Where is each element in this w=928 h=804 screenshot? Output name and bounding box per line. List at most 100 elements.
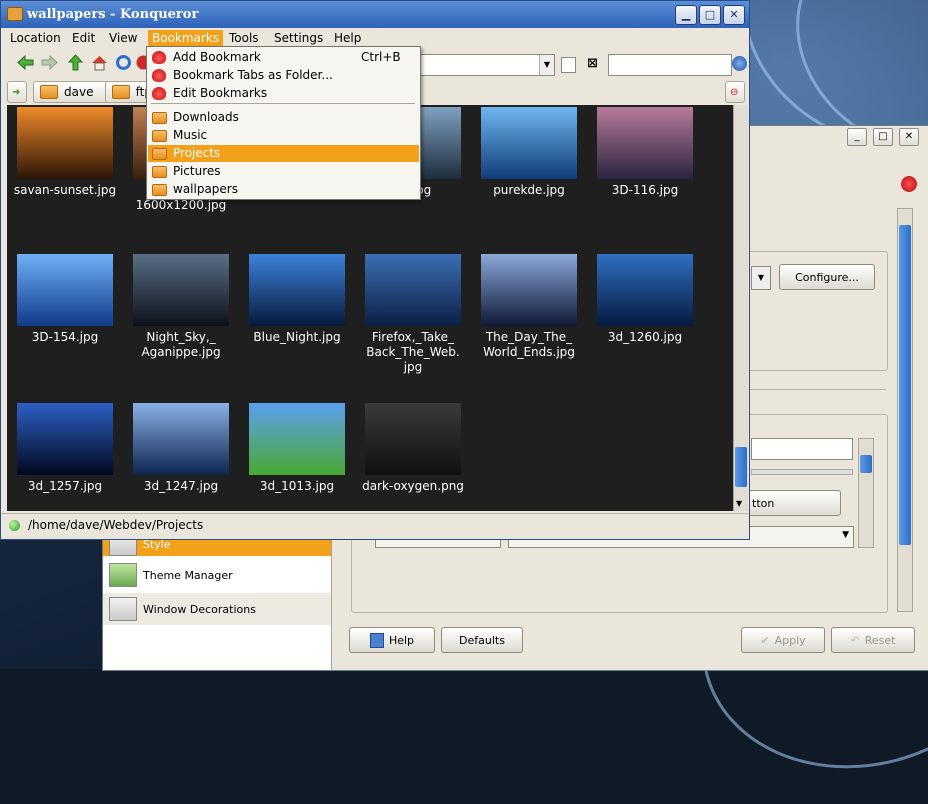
reset-button-label: Reset xyxy=(864,633,896,647)
file-thumbnail xyxy=(133,403,229,475)
help-button[interactable]: Help xyxy=(349,627,435,653)
minimize-button[interactable]: ▁ xyxy=(675,5,697,25)
file-name: purekde.jpg xyxy=(493,183,565,197)
scroll-down-arrow-icon[interactable]: ▼ xyxy=(736,499,742,508)
file-thumbnail xyxy=(249,254,345,326)
file-item[interactable]: Night_Sky,_ Aganippe.jpg xyxy=(123,254,239,360)
configure-button[interactable]: Configure... xyxy=(779,264,875,290)
home-icon[interactable] xyxy=(91,54,108,71)
menu-item-label: Pictures xyxy=(173,164,221,178)
file-item[interactable]: 3d_1013.jpg xyxy=(239,403,355,494)
location-combo[interactable]: ▼ xyxy=(411,54,555,76)
chevron-down-icon[interactable]: ▼ xyxy=(539,55,554,75)
folder-icon xyxy=(40,85,58,99)
menu-item-music[interactable]: Music xyxy=(148,127,419,144)
up-arrow-icon[interactable] xyxy=(67,54,84,71)
folder-icon xyxy=(152,130,167,142)
cc-combo-arrow[interactable]: ▼ xyxy=(751,266,771,290)
file-item[interactable]: 3D-154.jpg xyxy=(7,254,123,345)
sidebar-item-window-decorations[interactable]: Window Decorations xyxy=(103,593,331,625)
menu-settings[interactable]: Settings xyxy=(270,30,327,46)
konqueror-app-icon[interactable] xyxy=(7,7,23,21)
icon-view-scrollbar[interactable]: ▼ xyxy=(733,105,748,511)
menu-item-bookmark-tabs-as-folder[interactable]: Bookmark Tabs as Folder... xyxy=(148,67,419,84)
bookmark-toolbar-toggle[interactable]: ➜ xyxy=(7,81,27,103)
file-item[interactable]: 3d_1257.jpg xyxy=(7,403,123,494)
status-led-icon xyxy=(9,520,20,531)
file-name: 3D-116.jpg xyxy=(611,183,679,197)
file-name: Blue_Night.jpg xyxy=(253,330,341,344)
file-thumbnail xyxy=(597,254,693,326)
file-item[interactable]: 3d_1247.jpg xyxy=(123,403,239,494)
file-item[interactable]: Blue_Night.jpg xyxy=(239,254,355,345)
folder-icon xyxy=(152,166,167,178)
close-button[interactable]: ✕ xyxy=(723,5,745,25)
sidebar-item-theme-manager[interactable]: Theme Manager xyxy=(103,559,331,591)
folder-icon xyxy=(152,184,167,196)
search-engine-icon[interactable] xyxy=(732,56,747,71)
folder-icon xyxy=(152,148,167,160)
help-icon[interactable] xyxy=(901,176,917,192)
help-book-icon xyxy=(369,632,384,648)
file-name: The_Day_The_ World_Ends.jpg xyxy=(483,330,575,359)
file-item[interactable]: The_Day_The_ World_Ends.jpg xyxy=(471,254,587,360)
menu-item-label: wallpapers xyxy=(173,182,238,196)
cc-minimize-button[interactable]: _ xyxy=(847,128,867,146)
menu-item-add-bookmark[interactable]: Add Bookmark Ctrl+B xyxy=(148,49,419,66)
menu-item-wallpapers[interactable]: wallpapers xyxy=(148,181,419,198)
icon-view-scrollbar-thumb[interactable] xyxy=(735,447,747,487)
menu-item-pictures[interactable]: Pictures xyxy=(148,163,419,180)
cc-main-scrollbar[interactable] xyxy=(897,208,913,612)
file-item[interactable]: dark-oxygen.png xyxy=(355,403,471,494)
file-item[interactable]: 3d_1260.jpg xyxy=(587,254,703,345)
defaults-button[interactable]: Defaults xyxy=(441,627,523,653)
search-input[interactable] xyxy=(608,54,732,76)
menu-item-projects[interactable]: Projects xyxy=(148,145,419,162)
title-bar[interactable]: wallpapers - Konqueror ▁ □ ✕ xyxy=(1,1,749,28)
close-panel-button[interactable]: ⊖ xyxy=(725,81,745,103)
clear-search-icon[interactable]: ⊠ xyxy=(587,56,602,71)
cc-inner-scrollbar-thumb[interactable] xyxy=(860,455,872,473)
file-name: 3d_1260.jpg xyxy=(607,330,683,344)
bookmarks-menu: Add Bookmark Ctrl+B Bookmark Tabs as Fol… xyxy=(146,46,421,200)
menu-help[interactable]: Help xyxy=(330,30,365,46)
menu-separator xyxy=(151,103,415,104)
menu-item-label: Downloads xyxy=(173,110,239,124)
menu-item-downloads[interactable]: Downloads xyxy=(148,109,419,126)
folder-icon xyxy=(112,85,130,99)
file-name: 3d_1247.jpg xyxy=(143,479,219,493)
maximize-button[interactable]: □ xyxy=(699,5,721,25)
menu-view[interactable]: View xyxy=(105,30,141,46)
back-arrow-icon[interactable] xyxy=(17,54,34,71)
menu-location[interactable]: Location xyxy=(6,30,65,46)
folder-icon xyxy=(152,112,167,124)
file-thumbnail xyxy=(481,254,577,326)
cc-main-scrollbar-thumb[interactable] xyxy=(899,225,911,545)
cc-inner-scrollbar[interactable] xyxy=(858,438,874,548)
file-item[interactable]: Firefox,_Take_ Back_The_Web. jpg xyxy=(355,254,471,375)
apply-button-label: Apply xyxy=(774,633,806,647)
cc-close-button[interactable]: ✕ xyxy=(899,128,919,146)
file-thumbnail xyxy=(481,107,577,179)
file-item[interactable]: savan-sunset.jpg xyxy=(7,107,123,198)
menu-item-label: Edit Bookmarks xyxy=(173,86,268,100)
cc-maximize-button[interactable]: □ xyxy=(873,128,893,146)
file-thumbnail xyxy=(249,403,345,475)
undo-icon: ↶ xyxy=(850,633,860,647)
go-icon[interactable] xyxy=(561,57,576,73)
chevron-down-icon: ▼ xyxy=(842,530,849,540)
file-thumbnail xyxy=(365,254,461,326)
reload-icon[interactable] xyxy=(115,54,132,71)
menu-edit[interactable]: Edit xyxy=(68,30,99,46)
menu-item-edit-bookmarks[interactable]: Edit Bookmarks xyxy=(148,85,419,102)
file-item[interactable]: 3D-116.jpg xyxy=(587,107,703,198)
apply-button[interactable]: ✔ Apply xyxy=(741,627,825,653)
menu-item-label: Music xyxy=(173,128,208,142)
forward-arrow-icon[interactable] xyxy=(41,54,58,71)
menu-tools[interactable]: Tools xyxy=(225,30,263,46)
remove-icon: ⊖ xyxy=(730,86,739,98)
cc-text-field[interactable] xyxy=(751,438,853,460)
menu-bookmarks[interactable]: Bookmarks xyxy=(148,30,224,46)
file-item[interactable]: purekde.jpg xyxy=(471,107,587,198)
reset-button[interactable]: ↶ Reset xyxy=(831,627,915,653)
